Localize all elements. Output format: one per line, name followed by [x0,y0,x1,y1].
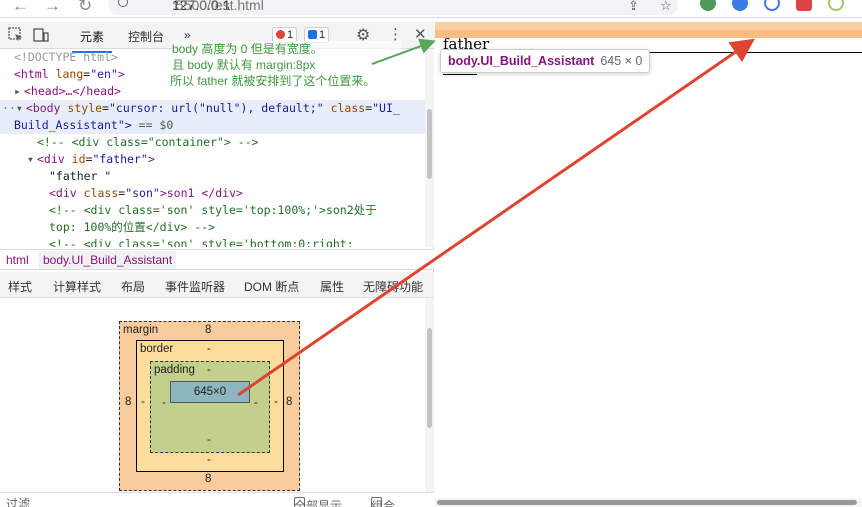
forward-icon[interactable]: → [44,0,61,16]
margin-highlight [435,30,862,38]
device-toolbar-icon[interactable] [33,27,49,43]
tab-layout[interactable]: 布局 [121,278,145,295]
tab-console[interactable]: 控制台 [128,28,164,45]
padding-bottom-value[interactable]: - [207,434,211,446]
border-bottom-value[interactable]: - [207,454,211,466]
tooltip-selector: body.UI_Build_Assistant [448,54,595,68]
breadcrumb: html body.UI_Build_Assistant [0,249,434,270]
browser-toolbar: ← → ↻ 127.0.0.1:5500/test.html ⇪ ☆ [0,0,862,18]
margin-right-value[interactable]: 8 [286,396,292,408]
close-devtools-icon[interactable]: ✕ [414,25,427,43]
tree-node-body[interactable]: ··▾ <body style="cursor: url("null"), def… [0,100,425,117]
box-model-diagram: margin 8 8 8 8 border - - - - padding - … [0,298,425,492]
tree-node-comment[interactable]: <!-- <div class='son' style='top:100%;'>… [0,202,425,219]
expand-triangle-icon[interactable]: ▸ [14,83,24,100]
margin-bottom-value[interactable]: 8 [205,473,211,485]
tree-node-text[interactable]: "father " [0,168,425,185]
tree-node-son[interactable]: <div class="son">son1 </div> [0,185,425,202]
extension-icon[interactable] [732,0,748,11]
annotation-note: body 高度为 0 但是有宽度。 且 body 默认有 margin:8px … [170,41,402,89]
margin-highlight [435,22,862,30]
note-line: body 高度为 0 但是有宽度。 [172,41,402,57]
address-bar[interactable]: 127.0.0.1:5500/test.html [108,0,678,15]
tree-scrollbar[interactable] [425,49,434,247]
message-icon [308,30,317,39]
tab-properties[interactable]: 属性 [320,278,344,295]
box-model-padding[interactable]: padding - - - - [150,361,270,453]
border-left-value[interactable]: - [141,396,145,408]
viewport-horizontal-scrollbar[interactable] [435,498,862,507]
tab-accessibility[interactable]: 无障碍功能 [363,278,423,295]
devtools-panel: 元素 控制台 » 1 1 ⚙ ⋮ ✕ <!DOCTYPE html> <html… [0,22,434,507]
extension-icon[interactable] [700,0,716,11]
inspect-element-icon[interactable] [8,27,24,43]
border-right-value[interactable]: - [274,396,278,408]
border-label: border [140,343,174,355]
breadcrumb-html[interactable]: html [6,253,29,267]
tree-node-body-cont[interactable]: Build_Assistant"> == $0 [0,117,425,134]
breadcrumb-body[interactable]: body.UI_Build_Assistant [39,251,177,269]
filter-bar: 过滤 全部显示 组合 [0,492,434,507]
extension-icon[interactable] [764,0,780,11]
bookmark-star-icon[interactable]: ☆ [660,0,672,14]
site-info-icon[interactable] [118,0,128,7]
extension-icon[interactable] [828,0,844,11]
reload-icon[interactable]: ↻ [78,0,92,16]
margin-left-value[interactable]: 8 [125,396,131,408]
more-tabs-button[interactable]: » [184,28,191,42]
note-line: 且 body 默认有 margin:8px [172,57,402,73]
margin-top-value[interactable]: 8 [205,324,211,336]
back-icon[interactable]: ← [12,0,29,16]
padding-left-value[interactable]: - [162,397,166,409]
styles-subtab-bar: 样式 计算样式 布局 事件监听器 DOM 断点 属性 无障碍功能 [0,272,434,302]
computed-scrollbar[interactable] [425,298,434,492]
tab-event-listeners[interactable]: 事件监听器 [165,278,225,295]
son-border-line [443,74,477,75]
filter-input[interactable]: 过滤 [6,495,30,507]
box-model-content[interactable]: 645×0 [170,381,250,403]
tab-elements[interactable]: 元素 [71,28,113,53]
padding-label: padding [154,364,195,376]
element-tooltip: body.UI_Build_Assistant 645 × 0 [440,49,651,73]
tab-styles[interactable]: 样式 [8,278,32,295]
tree-node-comment[interactable]: <!-- <div class='son' style='bottom:0;ri… [0,236,425,247]
tree-node-comment-cont[interactable]: top: 100%的位置</div> --> [0,219,425,236]
border-top-value[interactable]: - [207,343,211,355]
tree-node-comment[interactable]: <!-- <div class="container"> --> [0,134,425,151]
tree-node-father[interactable]: ▾ <div id="father"> [0,151,425,168]
extension-icon[interactable] [796,0,812,11]
note-line: 所以 father 就被安排到了这个位置来。 [170,73,402,89]
tab-computed[interactable]: 计算样式 [46,278,108,302]
collapse-triangle-icon[interactable]: ▾ [27,151,37,168]
tab-dom-breakpoints[interactable]: DOM 断点 [244,278,299,295]
collapse-triangle-icon[interactable]: ▾ [16,100,26,117]
error-icon [276,30,285,39]
padding-top-value[interactable]: - [207,364,211,376]
share-icon[interactable]: ⇪ [628,0,639,14]
margin-label: margin [123,324,159,336]
tooltip-dimensions: 645 × 0 [600,54,643,68]
page-viewport: father body.UI_Build_Assistant 645 × 0 [435,22,862,507]
padding-right-value[interactable]: - [254,397,258,409]
